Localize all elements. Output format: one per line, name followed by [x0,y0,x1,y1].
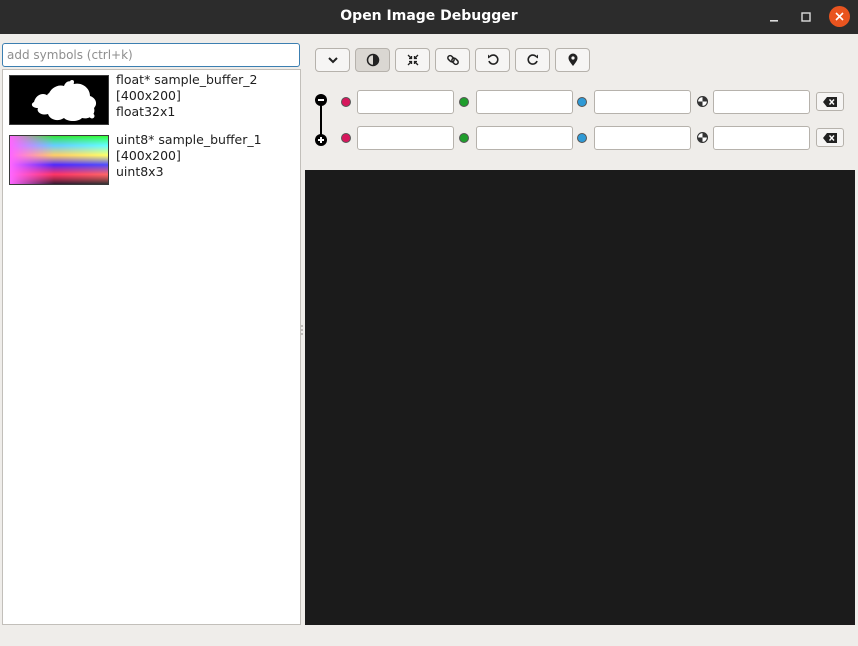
red-channel-icon [341,133,351,143]
symbol-size: [400x200] [116,148,181,163]
symbol-name: uint8* sample_buffer_1 [116,132,262,147]
auto-contrast-button[interactable] [355,48,390,72]
symbol-info: uint8* sample_buffer_1 [400x200] uint8x3 [116,132,262,180]
rotate-right-button[interactable] [515,48,550,72]
min-red-input[interactable] [357,90,454,114]
window-title: Open Image Debugger [340,8,518,24]
rotate-ccw-icon [487,54,499,65]
maximize-icon [801,12,811,22]
minimize-icon [770,20,778,22]
map-pin-icon [568,53,577,66]
reset-zoom-button[interactable] [395,48,430,72]
buffer-thumbnail [9,135,109,185]
max-blue-input[interactable] [594,126,691,150]
maximize-button[interactable] [794,5,818,29]
contrast-icon [366,53,379,67]
title-bar: Open Image Debugger [0,0,858,34]
symbol-size: [400x200] [116,88,181,103]
alpha-channel-icon [697,132,708,147]
backspace-icon [823,96,837,107]
symbol-info: float* sample_buffer_2 [400x200] float32… [116,72,258,120]
max-red-input[interactable] [357,126,454,150]
dropdown-button[interactable] [315,48,350,72]
clear-max-button[interactable] [816,128,844,147]
max-alpha-input[interactable] [713,126,810,150]
chevron-down-icon [327,57,338,64]
go-to-pixel-button[interactable] [555,48,590,72]
symbol-list[interactable]: float* sample_buffer_2 [400x200] float32… [2,69,301,625]
clear-min-button[interactable] [816,92,844,111]
splitter-handle[interactable] [301,325,304,337]
rotate-cw-icon [526,54,538,65]
symbol-name: float* sample_buffer_2 [116,72,258,87]
link-views-button[interactable] [435,48,470,72]
close-icon [835,12,844,21]
alpha-channel-icon [697,96,708,111]
red-channel-icon [341,97,351,107]
image-canvas[interactable] [305,170,855,625]
rotate-left-button[interactable] [475,48,510,72]
green-channel-icon [459,97,469,107]
shrink-arrows-icon [407,54,418,66]
link-icon [446,54,459,66]
min-alpha-input[interactable] [713,90,810,114]
symbol-type: uint8x3 [116,164,164,179]
max-green-input[interactable] [476,126,573,150]
close-button[interactable] [829,6,850,27]
backspace-icon [823,132,837,143]
symbol-type: float32x1 [116,104,176,119]
symbol-list-item[interactable]: uint8* sample_buffer_1 [400x200] uint8x3 [9,131,299,187]
contrast-range-slider[interactable] [314,92,328,148]
blue-channel-icon [577,97,587,107]
min-green-input[interactable] [476,90,573,114]
blue-channel-icon [577,133,587,143]
symbol-list-item[interactable]: float* sample_buffer_2 [400x200] float32… [9,71,299,127]
symbol-search-input[interactable] [2,43,300,67]
green-channel-icon [459,133,469,143]
buffer-thumbnail [9,75,109,125]
min-blue-input[interactable] [594,90,691,114]
minimize-button[interactable] [762,5,786,29]
